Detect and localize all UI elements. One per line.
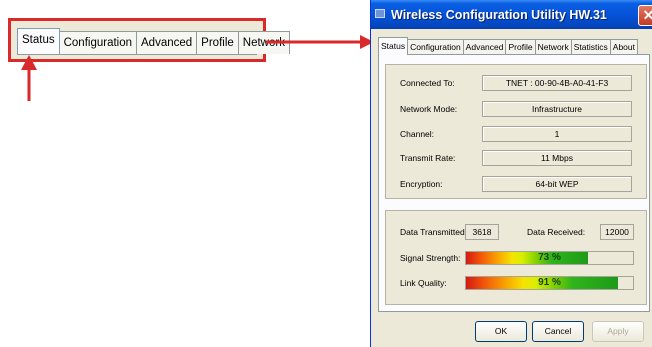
data-transmitted-label: Data Transmitted: — [400, 227, 468, 237]
tab-network[interactable]: Network — [534, 39, 572, 55]
connected-to-label: Connected To: — [400, 78, 455, 88]
app-icon — [375, 9, 385, 18]
traffic-quality-group: Data Transmitted: 3618 Data Received: 12… — [385, 210, 647, 305]
connected-to-value: TNET : 00-90-4B-A0-41-F3 — [482, 75, 632, 91]
close-button[interactable]: ✕ — [638, 5, 652, 26]
tab-statistics[interactable]: Statistics — [570, 39, 611, 55]
signal-strength-row: Signal Strength: 73 % — [386, 250, 646, 268]
network-mode-value: Infrastructure — [482, 101, 632, 117]
tab-advanced[interactable]: Advanced — [462, 39, 507, 55]
tab-profile[interactable]: Profile — [505, 39, 536, 55]
transmit-rate-label: Transmit Rate: — [400, 153, 456, 163]
transmit-rate-value: 11 Mbps — [482, 150, 632, 166]
link-quality-bar: 91 % — [465, 276, 634, 290]
connected-to-row: Connected To: TNET : 00-90-4B-A0-41-F3 — [386, 75, 646, 93]
encryption-value: 64-bit WEP — [482, 176, 632, 192]
tab-about[interactable]: About — [609, 39, 638, 55]
data-received-label: Data Received: — [527, 227, 586, 237]
data-counters-row: Data Transmitted: 3618 Data Received: 12… — [386, 224, 646, 242]
channel-row: Channel: 1 — [386, 126, 646, 144]
encryption-row: Encryption: 64-bit WEP — [386, 176, 646, 194]
transmit-rate-row: Transmit Rate: 11 Mbps — [386, 150, 646, 168]
data-received-value: 12000 — [600, 224, 634, 240]
tab-strip: Status Configuration Advanced Profile Ne… — [378, 35, 638, 55]
data-transmitted-value: 3618 — [465, 224, 499, 240]
tab-status[interactable]: Status — [378, 37, 409, 55]
apply-button[interactable]: Apply — [592, 321, 644, 342]
network-mode-label: Network Mode: — [400, 104, 458, 114]
tab-configuration[interactable]: Configuration — [407, 39, 464, 55]
right-arrow-icon — [266, 35, 374, 49]
cancel-button[interactable]: Cancel — [532, 321, 584, 342]
signal-strength-percent: 73 % — [538, 252, 561, 263]
window-title: Wireless Configuration Utility HW.31 — [391, 8, 607, 22]
link-quality-percent: 91 % — [538, 277, 561, 288]
title-bar[interactable]: Wireless Configuration Utility HW.31 ✕ — [371, 0, 652, 29]
signal-strength-bar: 73 % — [465, 251, 634, 265]
signal-strength-label: Signal Strength: — [400, 253, 461, 263]
encryption-label: Encryption: — [400, 179, 443, 189]
channel-value: 1 — [482, 126, 632, 142]
zoom-tab-status[interactable]: Status — [17, 28, 60, 54]
channel-label: Channel: — [400, 129, 435, 139]
link-quality-label: Link Quality: — [400, 278, 447, 288]
up-arrow-icon — [21, 55, 37, 101]
network-mode-row: Network Mode: Infrastructure — [386, 101, 646, 119]
ok-button[interactable]: OK — [475, 321, 527, 342]
connection-info-group: Connected To: TNET : 00-90-4B-A0-41-F3 N… — [385, 64, 647, 199]
link-quality-row: Link Quality: 91 % — [386, 275, 646, 293]
